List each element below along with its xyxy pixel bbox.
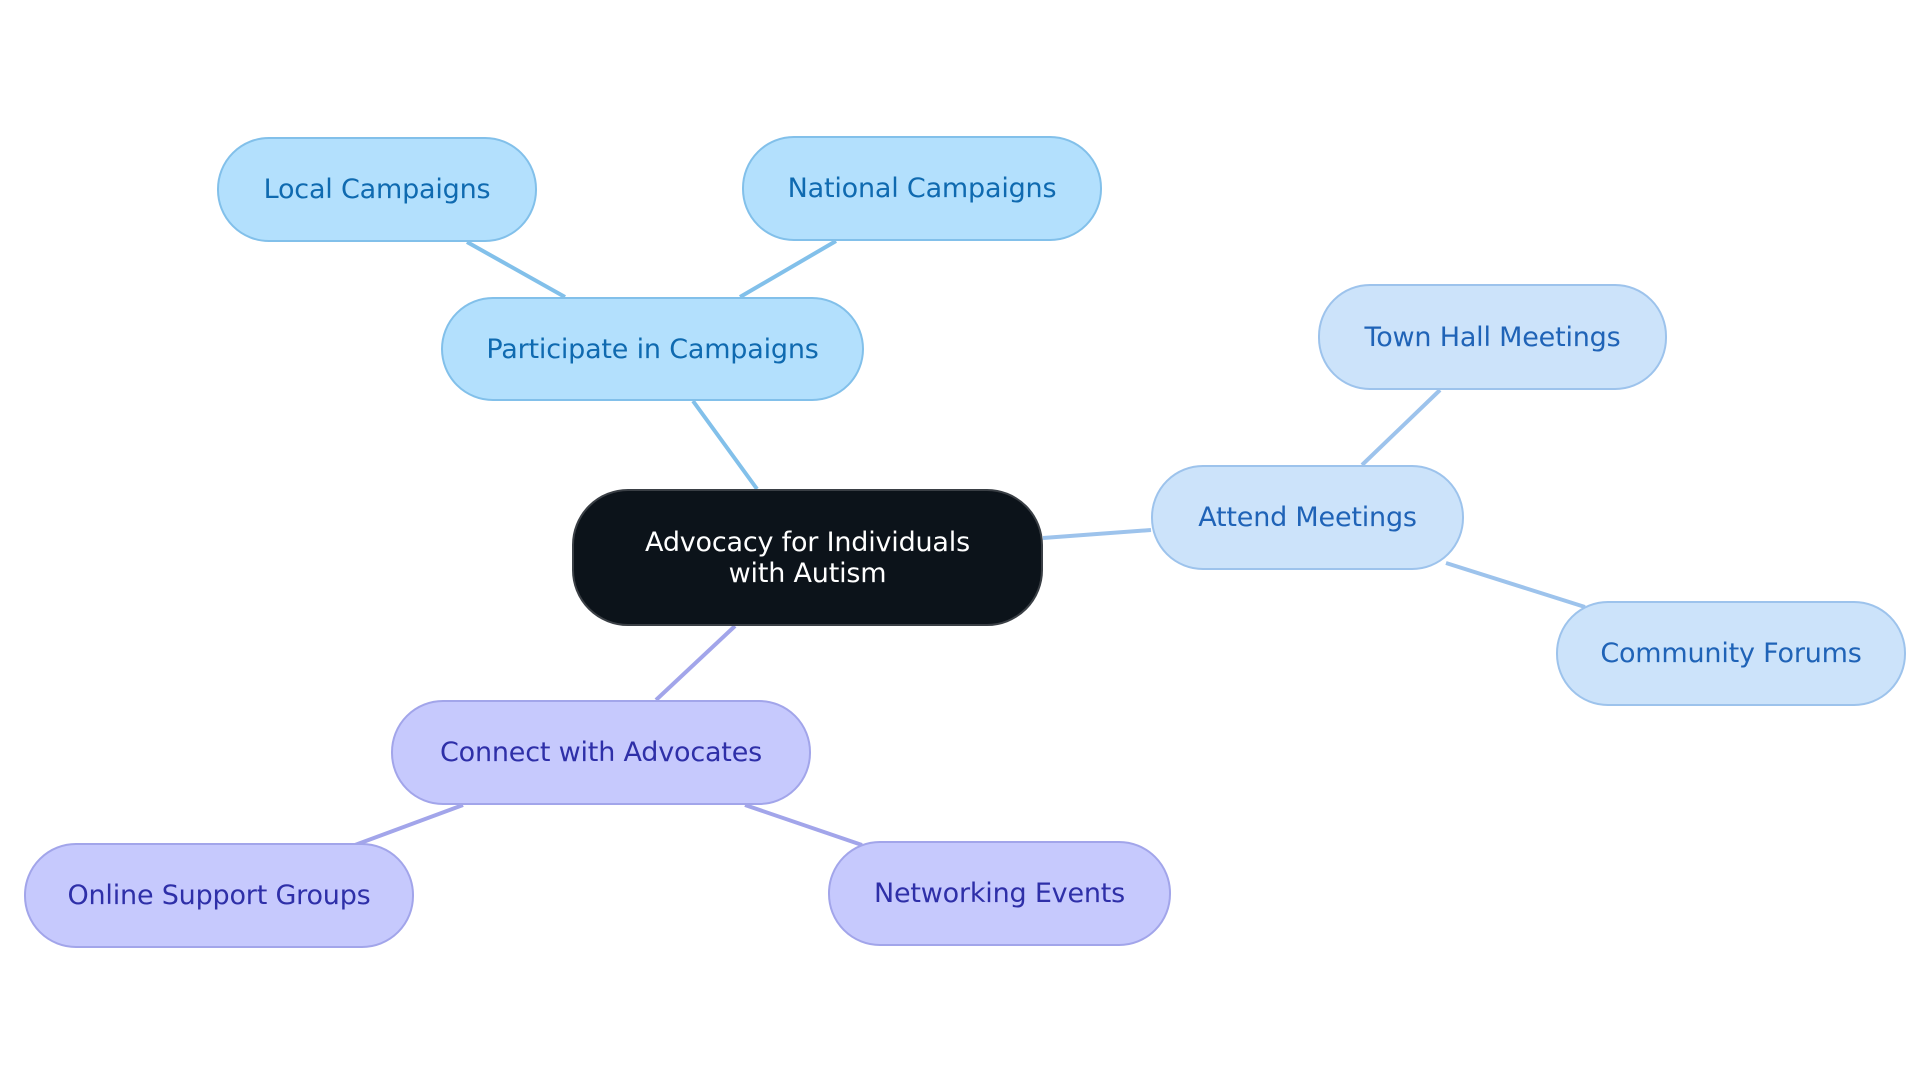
node-label: Town Hall Meetings bbox=[1364, 321, 1621, 353]
root-node[interactable]: Advocacy for Individuals with Autism bbox=[572, 489, 1043, 626]
node-label: Attend Meetings bbox=[1198, 502, 1417, 533]
node-attend-meetings[interactable]: Attend Meetings bbox=[1151, 465, 1464, 570]
node-community-forums[interactable]: Community Forums bbox=[1556, 601, 1906, 706]
node-connect-with-advocates[interactable]: Connect with Advocates bbox=[391, 700, 811, 805]
node-label: Local Campaigns bbox=[263, 174, 491, 205]
edge-attend-townhall bbox=[1360, 388, 1442, 467]
node-label: Online Support Groups bbox=[67, 880, 371, 911]
node-label: Networking Events bbox=[873, 878, 1126, 909]
node-label: National Campaigns bbox=[787, 173, 1057, 204]
edge-root-connect bbox=[654, 624, 737, 702]
node-town-hall-meetings[interactable]: Town Hall Meetings bbox=[1318, 284, 1667, 390]
node-networking-events[interactable]: Networking Events bbox=[828, 841, 1171, 946]
edge-connect-online bbox=[354, 803, 464, 847]
edge-connect-networking bbox=[744, 803, 863, 847]
root-node-label: Advocacy for Individuals with Autism bbox=[645, 526, 970, 589]
edge-participate-national bbox=[738, 239, 838, 299]
node-local-campaigns[interactable]: Local Campaigns bbox=[217, 137, 537, 242]
node-participate-in-campaigns[interactable]: Participate in Campaigns bbox=[441, 297, 864, 401]
edge-root-participate bbox=[691, 399, 759, 491]
edge-participate-local bbox=[466, 240, 566, 299]
node-label: Connect with Advocates bbox=[440, 737, 762, 768]
node-label: Participate in Campaigns bbox=[486, 333, 819, 365]
edge-root-attend bbox=[1042, 528, 1152, 540]
node-national-campaigns[interactable]: National Campaigns bbox=[742, 136, 1102, 241]
node-online-support-groups[interactable]: Online Support Groups bbox=[24, 843, 414, 948]
edge-attend-community bbox=[1445, 561, 1586, 609]
node-label: Community Forums bbox=[1600, 638, 1862, 669]
